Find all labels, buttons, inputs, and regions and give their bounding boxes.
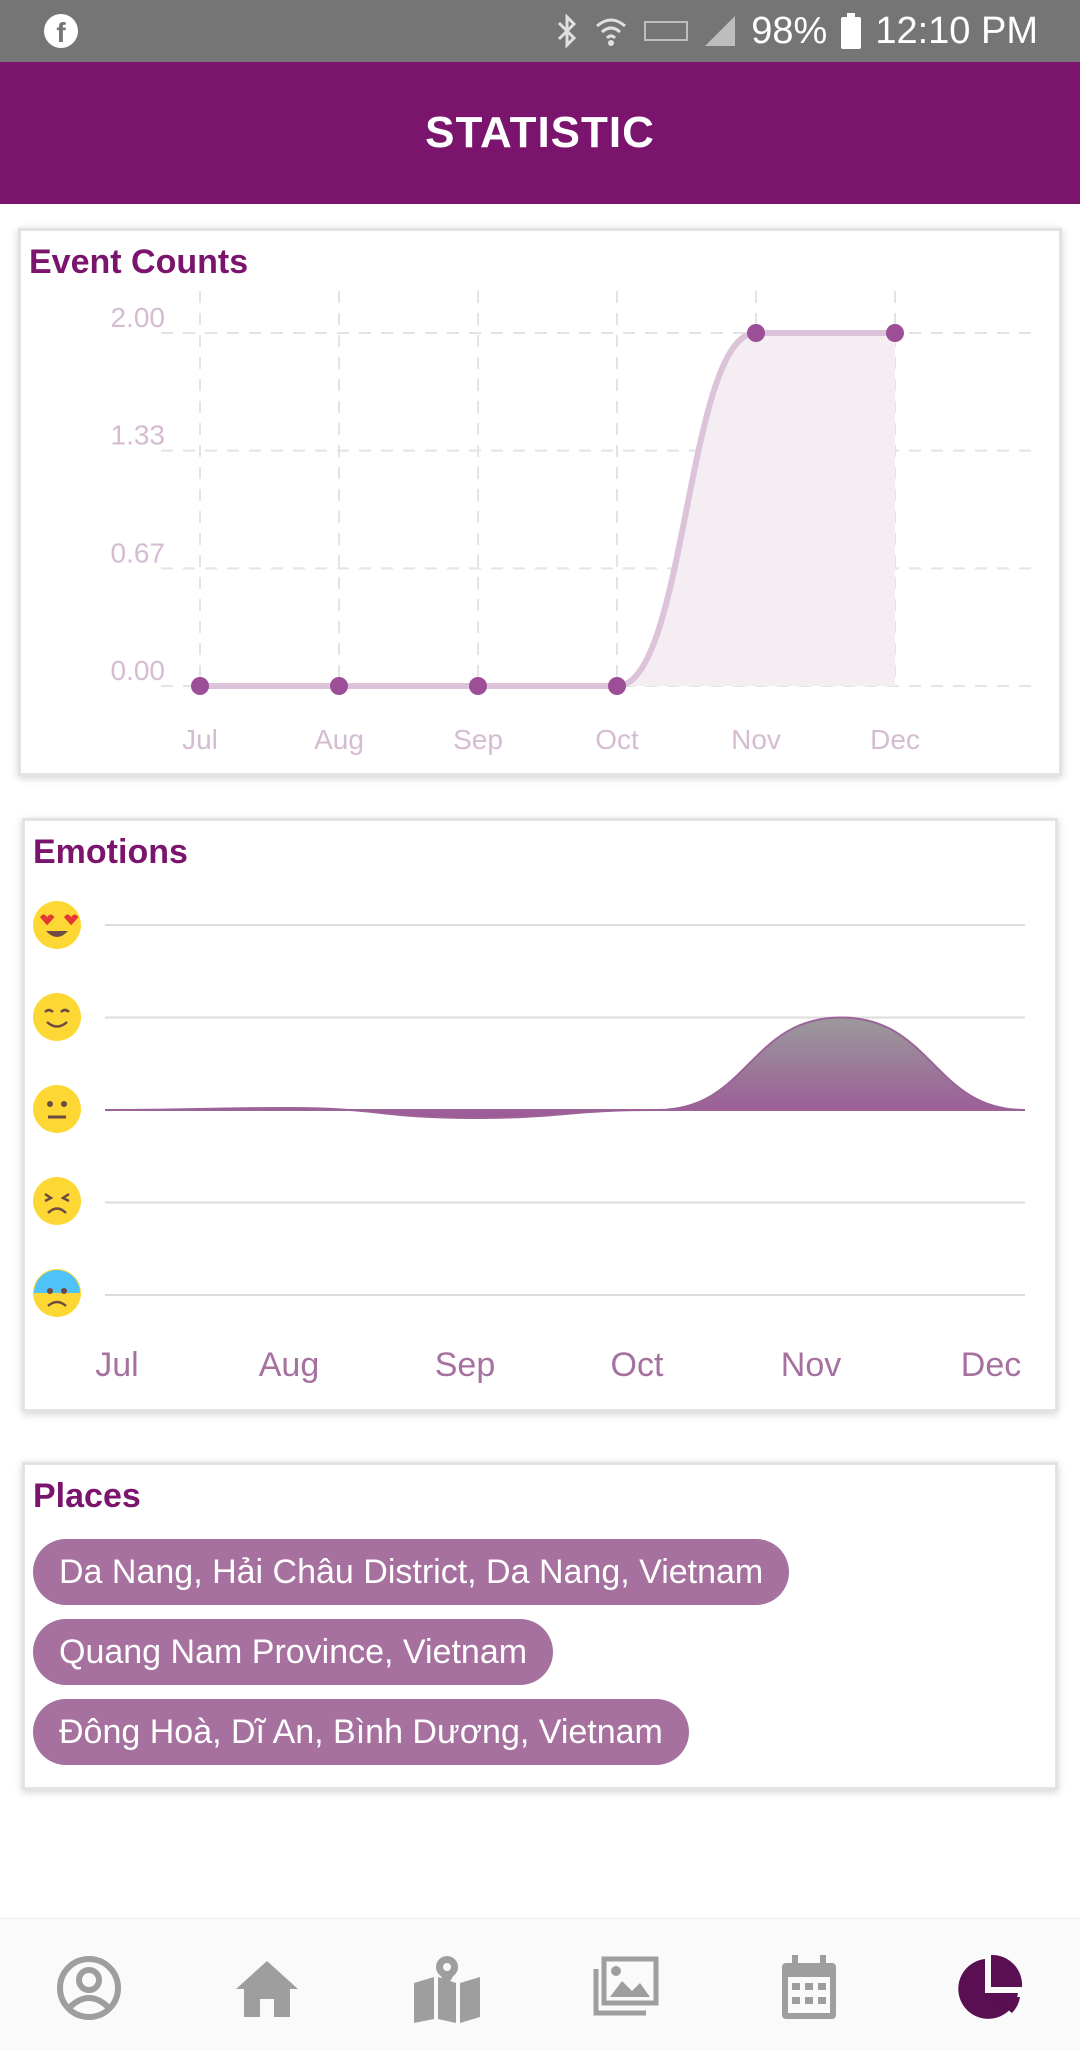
places-card: Places Da Nang, Hải Châu District, Da Na… bbox=[22, 1462, 1058, 1790]
calendar-icon bbox=[782, 1955, 836, 2019]
x-tick-label: Aug bbox=[314, 724, 364, 755]
x-tick-label: Oct bbox=[611, 1346, 664, 1384]
map-icon bbox=[414, 1956, 480, 2023]
nav-statistic[interactable] bbox=[954, 1953, 1024, 2023]
profile-icon bbox=[57, 1956, 121, 2020]
x-tick-label: Sep bbox=[453, 724, 503, 755]
x-tick-label: Sep bbox=[435, 1346, 496, 1384]
x-tick-label: Nov bbox=[731, 724, 781, 755]
nav-gallery[interactable] bbox=[590, 1953, 660, 2023]
x-tick-label: Oct bbox=[595, 724, 639, 755]
nav-calendar[interactable] bbox=[774, 1953, 844, 2023]
event-counts-chart: 2.00 1.33 0.67 0.00 Jul Aug Sep Oct Nov Dec bbox=[111, 291, 1031, 755]
wifi-icon bbox=[596, 18, 627, 46]
status-bar: f 98% 12:10 PM bbox=[0, 0, 1080, 62]
data-point bbox=[608, 677, 626, 695]
statistic-icon bbox=[958, 1954, 1023, 2019]
x-tick-label: Jul bbox=[182, 724, 218, 755]
page-title: STATISTIC bbox=[425, 108, 655, 157]
event-counts-card: Event Counts 2.00 1.33 0.67 0.00 Jul Aug Sep O… bbox=[18, 228, 1062, 776]
emotions-chart: Jul Aug Sep Oct Nov Dec bbox=[95, 924, 1026, 1384]
battery-icon bbox=[841, 13, 862, 49]
home-icon bbox=[236, 1961, 298, 2017]
data-point bbox=[747, 324, 765, 342]
place-chip[interactable]: Da Nang, Hải Châu District, Da Nang, Vie… bbox=[33, 1539, 790, 1605]
clock: 12:10 PM bbox=[875, 9, 1038, 52]
x-tick-label: Aug bbox=[259, 1346, 320, 1384]
places-title: Places bbox=[33, 1477, 141, 1515]
nav-home[interactable] bbox=[232, 1953, 302, 2023]
data-point bbox=[886, 324, 904, 342]
data-point bbox=[330, 677, 348, 695]
places-list: Da Nang, Hải Châu District, Da Nang, Vie… bbox=[33, 1539, 790, 1779]
place-chip[interactable]: Đông Hoà, Dĩ An, Bình Dương, Vietnam bbox=[33, 1699, 689, 1765]
y-tick-label: 1.33 bbox=[111, 420, 166, 451]
battery-percent: 98% bbox=[751, 9, 828, 52]
y-tick-label: 0.00 bbox=[111, 655, 166, 686]
emotions-card: Emotions Jul Aug Sep Oct Nov Dec bbox=[22, 818, 1058, 1412]
nav-profile[interactable] bbox=[54, 1953, 124, 2023]
nav-map[interactable] bbox=[412, 1953, 482, 2023]
lte-icon bbox=[644, 21, 689, 41]
x-tick-label: Nov bbox=[781, 1346, 841, 1384]
status-indicators: 98% 12:10 PM bbox=[555, 8, 1038, 54]
app-bar: STATISTIC bbox=[0, 62, 1080, 204]
y-tick-label: 2.00 bbox=[111, 302, 166, 333]
x-tick-label: Dec bbox=[870, 724, 920, 755]
bottom-navigation bbox=[0, 1918, 1080, 2051]
x-tick-label: Jul bbox=[95, 1346, 138, 1384]
emotions-area bbox=[104, 1016, 1026, 1120]
bluetooth-icon bbox=[558, 14, 577, 48]
place-chip[interactable]: Quang Nam Province, Vietnam bbox=[33, 1619, 554, 1685]
facebook-icon: f bbox=[44, 14, 78, 48]
gallery-icon bbox=[593, 1956, 659, 2016]
signal-icon bbox=[705, 16, 736, 46]
data-point bbox=[469, 677, 487, 695]
x-tick-label: Dec bbox=[961, 1346, 1021, 1384]
data-point bbox=[191, 677, 209, 695]
y-tick-label: 0.67 bbox=[111, 537, 166, 568]
event-counts-area bbox=[200, 333, 895, 686]
